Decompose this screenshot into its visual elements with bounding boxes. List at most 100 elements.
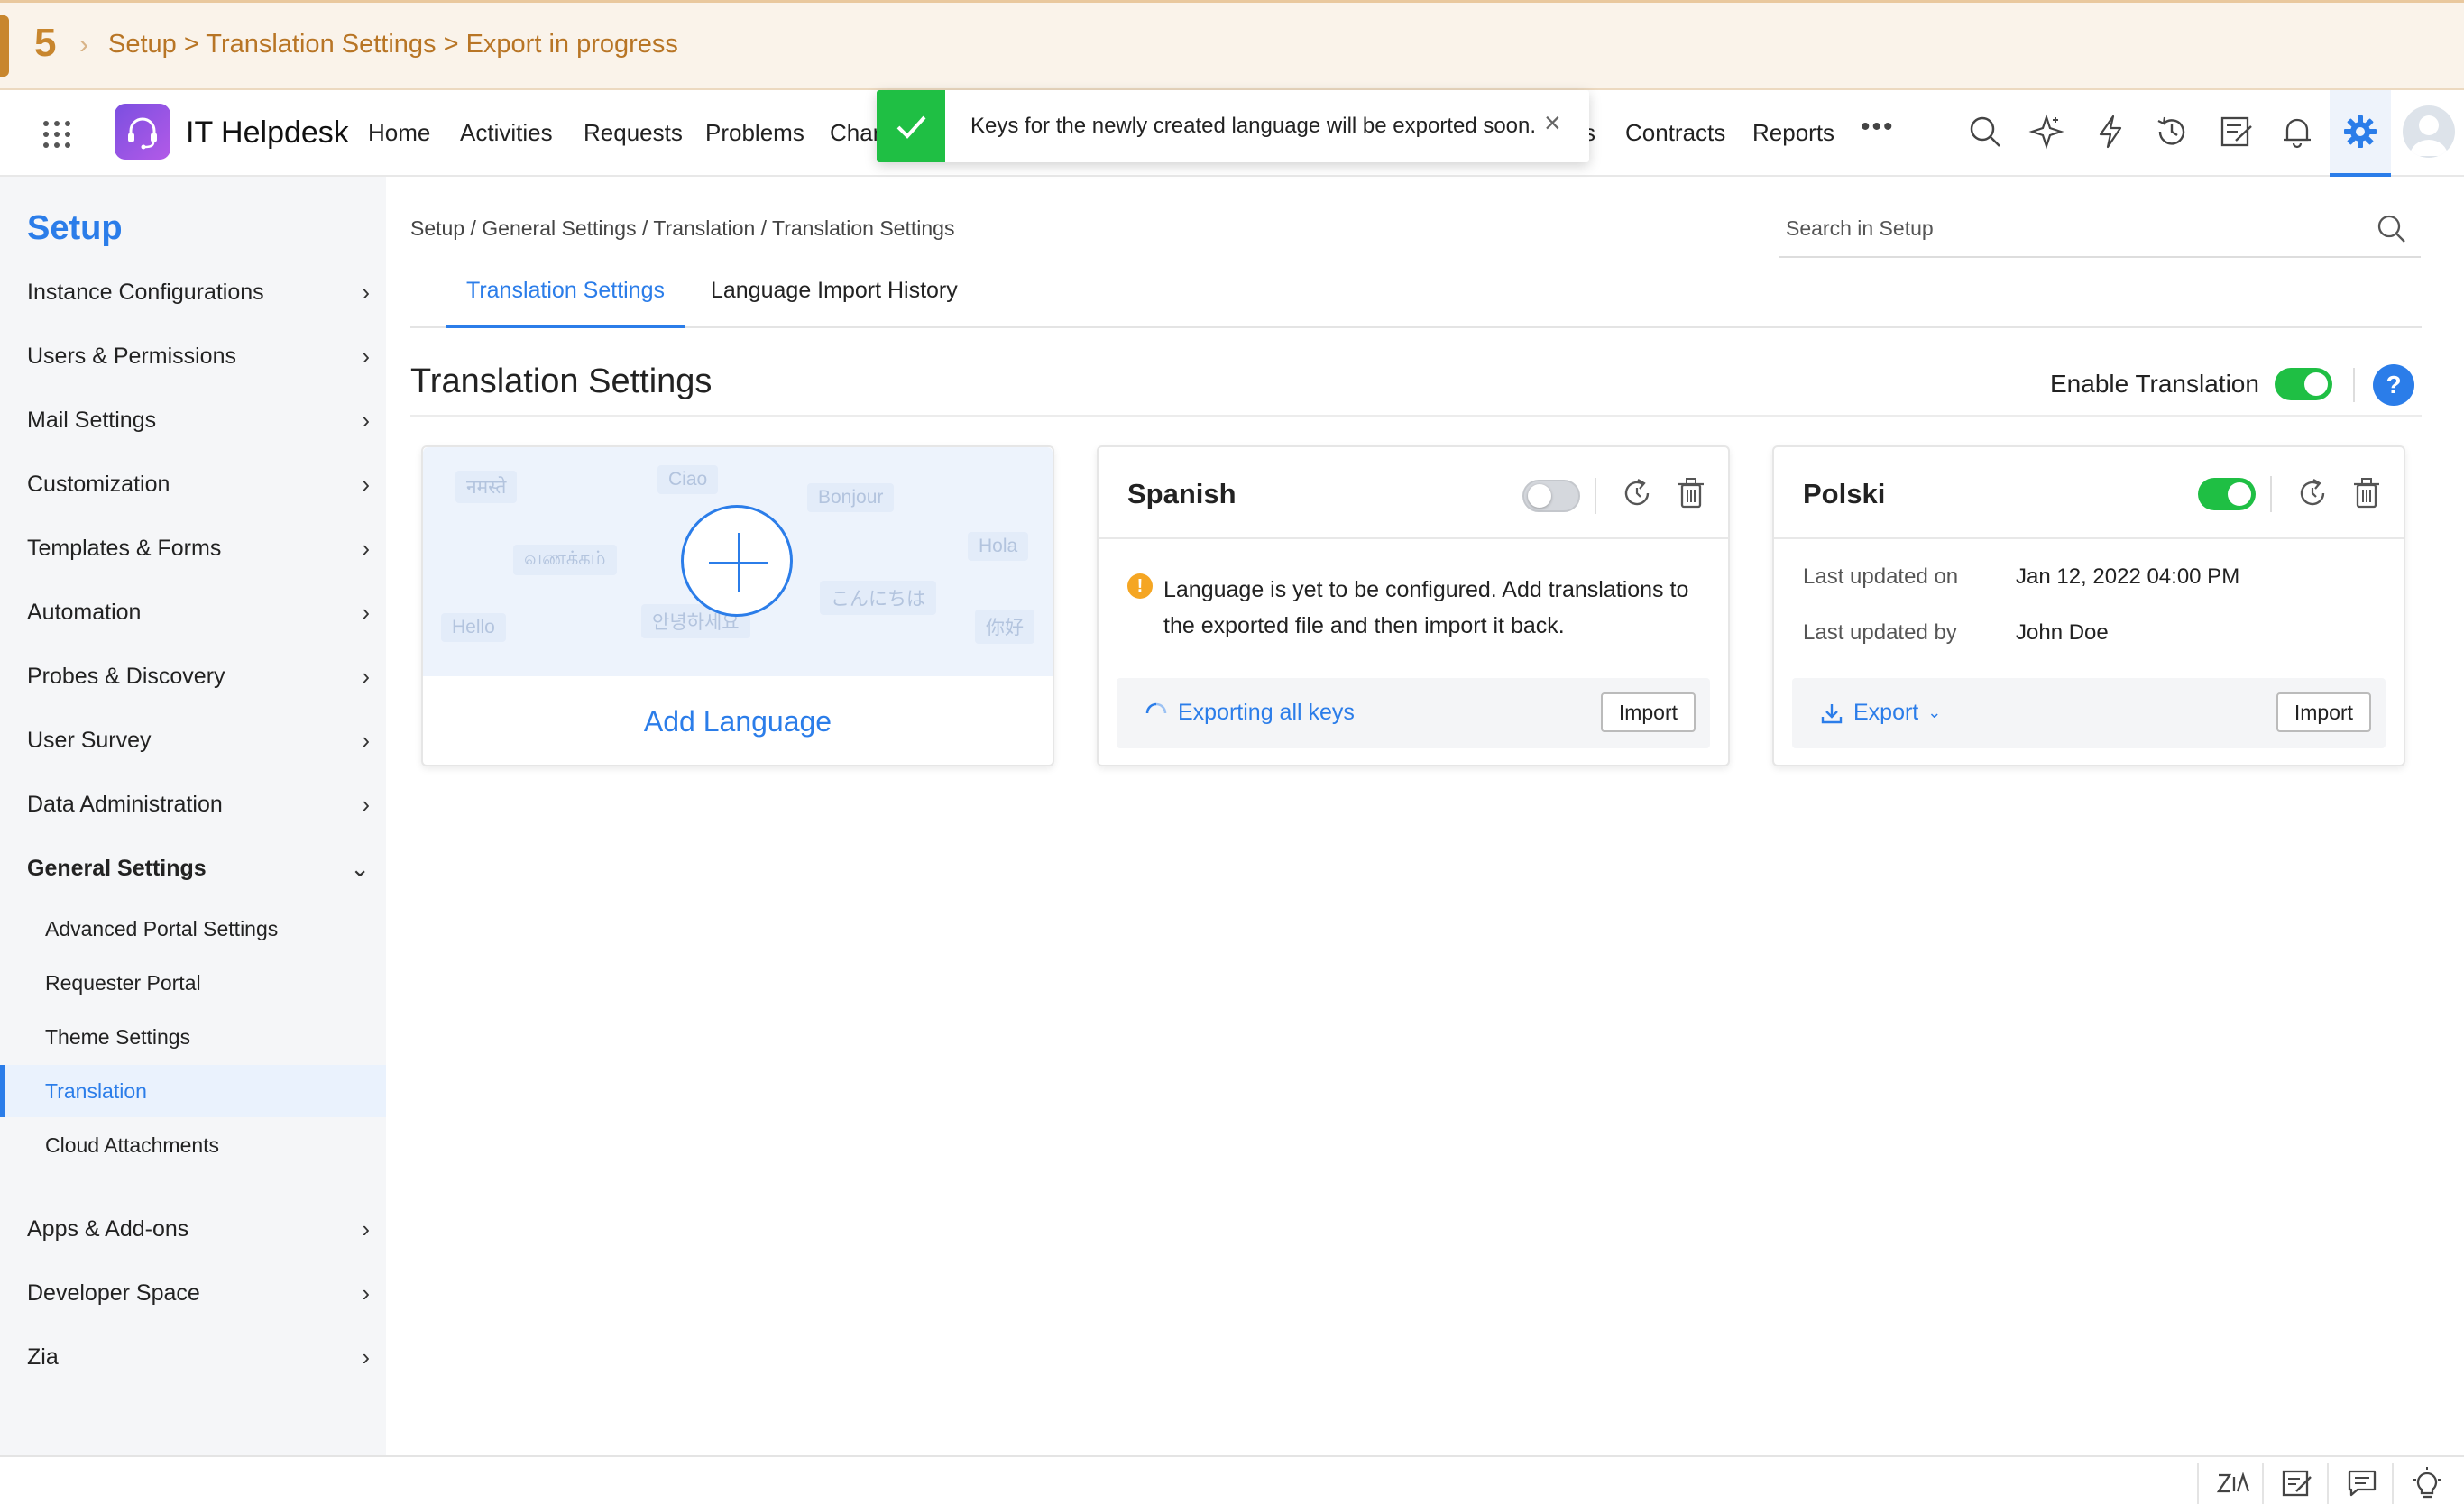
sidebar-item-data-administration[interactable]: Data Administration › bbox=[27, 782, 370, 827]
chevron-right-icon: › bbox=[362, 470, 370, 498]
chevron-right-icon: › bbox=[362, 534, 370, 562]
notes-icon[interactable] bbox=[2262, 1463, 2327, 1504]
toast-message: Keys for the newly created language will… bbox=[970, 114, 1537, 138]
refresh-icon[interactable] bbox=[2295, 476, 2330, 515]
chat-icon[interactable] bbox=[2327, 1463, 2392, 1504]
sidebar-subitem-requester-portal[interactable]: Requester Portal bbox=[0, 957, 386, 1009]
chevron-right-icon: › bbox=[362, 406, 370, 434]
sidebar-item-apps-addons[interactable]: Apps & Add-ons › bbox=[27, 1206, 370, 1252]
card-footer: Exporting all keys Import bbox=[1117, 678, 1710, 748]
user-avatar[interactable] bbox=[2403, 105, 2455, 158]
sidebar-item-instance-configurations[interactable]: Instance Configurations › bbox=[27, 270, 370, 315]
chevron-right-icon: › bbox=[362, 662, 370, 690]
setup-search bbox=[1779, 204, 2421, 258]
bell-icon[interactable] bbox=[2279, 114, 2315, 150]
last-updated-by-label: Last updated by bbox=[1803, 620, 1957, 645]
sidebar-item-mail-settings[interactable]: Mail Settings › bbox=[27, 398, 370, 443]
app-name: IT Helpdesk bbox=[186, 115, 349, 150]
help-icon[interactable]: ? bbox=[2373, 364, 2414, 406]
chevron-right-icon: › bbox=[362, 278, 370, 306]
warning-icon: ! bbox=[1127, 573, 1153, 599]
sparkle-icon[interactable] bbox=[2028, 114, 2064, 150]
nav-reports[interactable]: Reports bbox=[1752, 119, 1834, 147]
export-dropdown[interactable]: Export ⌄ bbox=[1819, 700, 1941, 726]
check-icon bbox=[877, 90, 945, 162]
nav-activities[interactable]: Activities bbox=[460, 119, 553, 147]
nav-problems[interactable]: Problems bbox=[705, 119, 804, 147]
polski-enable-toggle[interactable] bbox=[2198, 478, 2256, 510]
sidebar-subitem-advanced-portal-settings[interactable]: Advanced Portal Settings bbox=[0, 903, 386, 955]
chevron-right-icon: › bbox=[362, 342, 370, 370]
step-accent-bar bbox=[0, 15, 9, 77]
zia-icon[interactable] bbox=[2197, 1463, 2262, 1504]
tab-translation-settings[interactable]: Translation Settings bbox=[446, 278, 685, 328]
nav-requests[interactable]: Requests bbox=[584, 119, 683, 147]
setup-sidebar: Setup Instance Configurations › Users & P… bbox=[0, 177, 386, 1455]
nav-home[interactable]: Home bbox=[368, 119, 430, 147]
last-updated-on-value: Jan 12, 2022 04:00 PM bbox=[2016, 564, 2240, 589]
notes-icon[interactable] bbox=[2218, 114, 2254, 150]
search-icon[interactable] bbox=[1967, 114, 2003, 150]
card-footer: Export ⌄ Import bbox=[1792, 678, 2386, 748]
sidebar-item-automation[interactable]: Automation › bbox=[27, 590, 370, 635]
divider bbox=[1595, 478, 1596, 514]
refresh-icon[interactable] bbox=[1620, 476, 1654, 515]
bottom-toolbar bbox=[0, 1455, 2464, 1504]
gear-icon bbox=[2344, 115, 2377, 148]
download-icon bbox=[1821, 703, 1843, 723]
last-updated-on-label: Last updated on bbox=[1803, 564, 1959, 589]
sidebar-item-users-permissions[interactable]: Users & Permissions › bbox=[27, 334, 370, 379]
sidebar-item-user-survey[interactable]: User Survey › bbox=[27, 718, 370, 763]
lightning-icon[interactable] bbox=[2092, 114, 2128, 150]
spanish-enable-toggle[interactable] bbox=[1522, 480, 1580, 512]
search-input[interactable] bbox=[1786, 216, 2345, 241]
setup-gear-tab[interactable] bbox=[2330, 90, 2391, 177]
title-divider bbox=[410, 415, 2422, 417]
divider bbox=[2270, 476, 2272, 512]
sidebar-subitem-theme-settings[interactable]: Theme Settings bbox=[0, 1011, 386, 1063]
nav-changes[interactable]: Char bbox=[830, 119, 880, 147]
language-card-spanish: Spanish ! Language is yet to be configur… bbox=[1097, 445, 1730, 766]
trash-icon[interactable] bbox=[2349, 476, 2384, 515]
tab-language-import-history[interactable]: Language Import History bbox=[711, 278, 958, 328]
import-button[interactable]: Import bbox=[2276, 692, 2371, 732]
history-icon[interactable] bbox=[2154, 114, 2190, 150]
language-bubbles-illustration: नमस्ते Ciao Bonjour Hola வணக்கம் こんにちは H… bbox=[423, 447, 1053, 676]
sidebar-item-zia[interactable]: Zia › bbox=[27, 1334, 370, 1380]
sidebar-item-general-settings[interactable]: General Settings ⌄ bbox=[27, 846, 370, 891]
add-language-plus-icon[interactable] bbox=[681, 505, 793, 617]
enable-translation-toggle[interactable] bbox=[2275, 368, 2332, 400]
chevron-down-icon: ⌄ bbox=[1927, 703, 1942, 721]
lightbulb-icon[interactable] bbox=[2392, 1463, 2457, 1504]
trash-icon[interactable] bbox=[1674, 476, 1708, 515]
chevron-right-icon: › bbox=[362, 598, 370, 626]
configuration-warning: Language is yet to be configured. Add tr… bbox=[1163, 577, 1689, 638]
chevron-right-icon: › bbox=[362, 726, 370, 754]
language-card-polski: Polski Last updated on Jan 12, 2022 04:0… bbox=[1772, 445, 2405, 766]
step-separator: › bbox=[79, 30, 88, 60]
last-updated-by-value: John Doe bbox=[2016, 620, 2109, 645]
sidebar-item-customization[interactable]: Customization › bbox=[27, 462, 370, 507]
exporting-status: Exporting all keys bbox=[1144, 700, 1355, 726]
language-name: Spanish bbox=[1127, 478, 1237, 509]
chevron-right-icon: › bbox=[362, 1343, 370, 1371]
sidebar-item-probes-discovery[interactable]: Probes & Discovery › bbox=[27, 654, 370, 699]
sidebar-subitem-translation[interactable]: Translation bbox=[0, 1065, 386, 1117]
nav-more-icon[interactable]: ••• bbox=[1861, 112, 1895, 142]
import-button[interactable]: Import bbox=[1600, 692, 1696, 732]
nav-contracts[interactable]: Contracts bbox=[1625, 119, 1725, 147]
add-language-card[interactable]: नमस्ते Ciao Bonjour Hola வணக்கம் こんにちは H… bbox=[421, 445, 1054, 766]
sidebar-item-templates-forms[interactable]: Templates & Forms › bbox=[27, 526, 370, 571]
search-icon[interactable] bbox=[2376, 213, 2408, 250]
sidebar-item-developer-space[interactable]: Developer Space › bbox=[27, 1270, 370, 1316]
step-banner: 5 › Setup > Translation Settings > Expor… bbox=[0, 0, 2464, 90]
helpdesk-logo-icon[interactable] bbox=[115, 104, 170, 160]
add-language-link[interactable]: Add Language bbox=[423, 705, 1053, 738]
chevron-down-icon: ⌄ bbox=[350, 854, 370, 882]
page-title: Translation Settings bbox=[410, 362, 713, 400]
app-grid-icon[interactable] bbox=[43, 121, 70, 148]
sidebar-subitem-cloud-attachments[interactable]: Cloud Attachments bbox=[0, 1119, 386, 1171]
card-divider bbox=[1099, 537, 1728, 539]
chevron-right-icon: › bbox=[362, 1279, 370, 1307]
close-icon[interactable]: × bbox=[1544, 106, 1561, 140]
